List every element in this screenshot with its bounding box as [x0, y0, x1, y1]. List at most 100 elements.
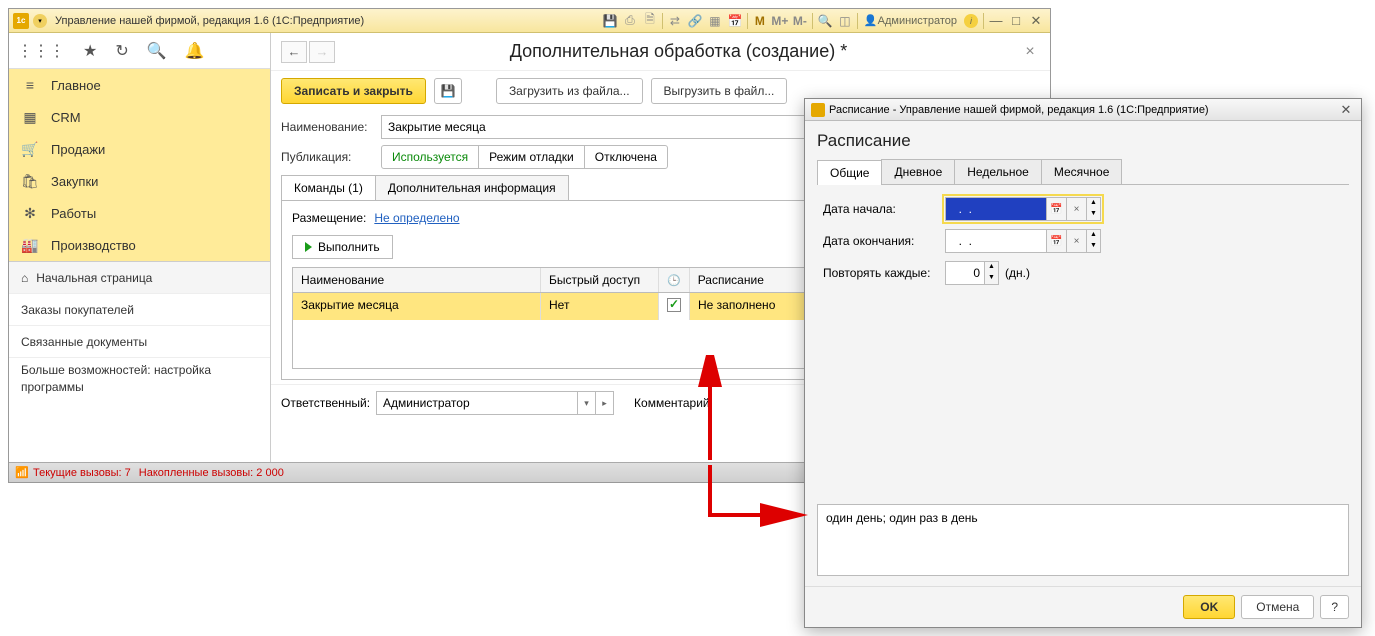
spinner[interactable]: ▲▼ [984, 262, 998, 284]
sidebar-item-purchases[interactable]: 🛍Закупки [9, 165, 270, 197]
col-name[interactable]: Наименование [293, 268, 541, 292]
start-date-input[interactable] [946, 198, 1046, 220]
cart-icon: 🛒 [21, 141, 39, 158]
m-plus-button[interactable]: M+ [771, 12, 789, 30]
popup-heading: Расписание [817, 131, 1349, 151]
name-label: Наименование: [281, 120, 373, 134]
tab-extra[interactable]: Дополнительная информация [375, 175, 569, 200]
history-icon[interactable]: ↻ [115, 41, 128, 61]
responsible-field[interactable] [377, 392, 577, 414]
user-button[interactable]: 👤 Администратор [860, 14, 961, 27]
sidebar-nav: ≡Главное ▦CRM 🛒Продажи 🛍Закупки ✻Работы … [9, 69, 270, 261]
calendar-icon[interactable]: 📅 [1046, 230, 1066, 252]
clear-icon[interactable]: × [1066, 230, 1086, 252]
responsible-label: Ответственный: [281, 396, 370, 410]
tab-commands[interactable]: Команды (1) [281, 175, 376, 200]
publication-label: Публикация: [281, 150, 373, 164]
sidebar-item-works[interactable]: ✻Работы [9, 197, 270, 229]
sidebar-sub-label: Начальная страница [36, 271, 152, 285]
repeat-input[interactable] [946, 262, 984, 284]
doc-icon[interactable]: 🗎 [641, 12, 659, 30]
ptab-general[interactable]: Общие [817, 160, 882, 185]
calc-icon[interactable]: ▦ [706, 12, 724, 30]
clear-icon[interactable]: × [1066, 198, 1086, 220]
dropdown-icon[interactable]: ▾ [577, 392, 595, 414]
menu-icon: ≡ [21, 77, 39, 93]
publication-segments: Используется Режим отладки Отключена [381, 145, 668, 169]
col-quick[interactable]: Быстрый доступ [541, 268, 659, 292]
load-file-button[interactable]: Загрузить из файла... [496, 78, 643, 104]
help-button[interactable]: ? [1320, 595, 1349, 619]
sidebar-item-crm[interactable]: ▦CRM [9, 101, 270, 133]
sidebar-sub-related[interactable]: Связанные документы [9, 326, 270, 358]
popup-close-button[interactable]: ✕ [1337, 102, 1355, 118]
sidebar-more[interactable]: Больше возможностей: настройка программы [9, 358, 270, 400]
forward-button[interactable]: → [309, 41, 335, 63]
link-icon[interactable]: 🔗 [686, 12, 704, 30]
popup-title-text: Расписание - Управление нашей фирмой, ре… [829, 104, 1209, 116]
apps-icon[interactable]: ⋮⋮⋮ [17, 41, 65, 61]
factory-icon: 🏭 [21, 237, 39, 254]
maximize-button[interactable]: □ [1006, 13, 1026, 28]
calendar-icon[interactable]: 📅 [726, 12, 744, 30]
sidebar-sub-orders[interactable]: Заказы покупателей [9, 294, 270, 326]
save-icon[interactable]: 💾 [601, 12, 619, 30]
save-close-button[interactable]: Записать и закрыть [281, 78, 426, 104]
ptab-daily[interactable]: Дневное [881, 159, 955, 184]
repeat-field[interactable]: ▲▼ [945, 261, 999, 285]
pub-opt-off[interactable]: Отключена [585, 146, 667, 168]
spinner[interactable]: ▲▼ [1086, 230, 1100, 252]
star-icon[interactable]: ★ [83, 41, 97, 61]
status-current: Текущие вызовы: 7 [33, 467, 131, 479]
ok-button[interactable]: OK [1183, 595, 1235, 619]
end-date-input[interactable] [946, 230, 1046, 252]
sidebar-sub-home[interactable]: ⌂Начальная страница [9, 262, 270, 294]
placement-label: Размещение: [292, 211, 366, 225]
placement-link[interactable]: Не определено [374, 211, 459, 225]
logo-icon [811, 103, 825, 117]
cell-check[interactable] [659, 293, 690, 320]
sidebar-item-main[interactable]: ≡ Главное [9, 69, 270, 101]
dropdown-icon[interactable]: ▾ [33, 14, 47, 28]
execute-button[interactable]: Выполнить [292, 235, 393, 259]
info-icon[interactable]: i [964, 14, 978, 28]
end-date-field[interactable]: 📅 × ▲▼ [945, 229, 1101, 253]
sidebar-sub-label: Заказы покупателей [21, 303, 134, 317]
save-icon-button[interactable]: 💾 [434, 78, 462, 104]
content-close-button[interactable]: × [1020, 43, 1040, 61]
execute-label: Выполнить [318, 240, 380, 254]
ptab-weekly[interactable]: Недельное [954, 159, 1042, 184]
sidebar-item-production[interactable]: 🏭Производство [9, 229, 270, 261]
bell-icon[interactable]: 🔔 [185, 41, 205, 61]
compare-icon[interactable]: ⇄ [666, 12, 684, 30]
minimize-button[interactable]: — [986, 13, 1006, 28]
zoom-icon[interactable]: 🔍 [816, 12, 834, 30]
logo-icon: 1c [13, 13, 29, 29]
m-button[interactable]: M [751, 12, 769, 30]
panel-icon[interactable]: ◫ [836, 12, 854, 30]
sidebar-subsections: ⌂Начальная страница Заказы покупателей С… [9, 261, 270, 400]
unload-file-button[interactable]: Выгрузить в файл... [651, 78, 788, 104]
col-sched-icon[interactable]: 🕒 [659, 268, 690, 292]
responsible-input[interactable]: ▾ ▸ [376, 391, 614, 415]
pub-opt-debug[interactable]: Режим отладки [479, 146, 585, 168]
repeat-unit: (дн.) [1005, 266, 1030, 280]
ptab-monthly[interactable]: Месячное [1041, 159, 1123, 184]
sidebar-tools: ⋮⋮⋮ ★ ↻ 🔍 🔔 [9, 33, 270, 69]
close-button[interactable]: ✕ [1026, 13, 1046, 29]
print-icon[interactable]: ⎙ [621, 12, 639, 30]
cancel-button[interactable]: Отмена [1241, 595, 1314, 619]
sidebar-item-label: Главное [51, 78, 101, 93]
pub-opt-used[interactable]: Используется [382, 146, 479, 168]
sidebar-sub-label: Связанные документы [21, 335, 147, 349]
spinner[interactable]: ▲▼ [1086, 198, 1100, 220]
back-button[interactable]: ← [281, 41, 307, 63]
m-minus-button[interactable]: M- [791, 12, 809, 30]
open-icon[interactable]: ▸ [595, 392, 613, 414]
sidebar-item-sales[interactable]: 🛒Продажи [9, 133, 270, 165]
popup-form: Дата начала: 📅 × ▲▼ Дата окончания: 📅 × … [817, 185, 1349, 305]
schedule-popup: Расписание - Управление нашей фирмой, ре… [804, 98, 1362, 628]
start-date-field[interactable]: 📅 × ▲▼ [945, 197, 1101, 221]
calendar-icon[interactable]: 📅 [1046, 198, 1066, 220]
search-icon[interactable]: 🔍 [147, 41, 167, 61]
